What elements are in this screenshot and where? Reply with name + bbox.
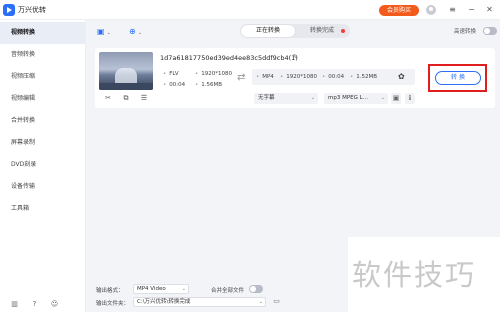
target-resolution: • 1920*1080 xyxy=(280,74,317,80)
convert-highlight: 转 换 xyxy=(428,64,487,92)
merge-files-toggle[interactable] xyxy=(249,285,263,293)
sidebar-item-merge-convert[interactable]: 合并转换 xyxy=(0,110,85,132)
target-size: • 1.52MB xyxy=(350,74,378,80)
sidebar-item-screen-record[interactable]: 屏幕录制 xyxy=(0,132,85,154)
chevron-down-icon: ⌄ xyxy=(106,30,111,36)
source-format: • FLV xyxy=(163,71,179,77)
chevron-down-icon: ⌄ xyxy=(137,30,142,36)
convert-arrow-icon: ⇄ xyxy=(237,72,246,83)
image-icon[interactable]: ▣ xyxy=(391,93,401,104)
bottom-bar: 输出格式： MP4 Video ⌄ 合并全部文件 输出文件夹： C:\万兴优转\转… xyxy=(87,280,349,312)
source-resolution: • 1920*1080 xyxy=(195,71,232,77)
sidebar-item-dvd-burn[interactable]: DVD刻录 xyxy=(0,154,85,176)
add-file-button[interactable]: ▣ ⌄ xyxy=(97,25,111,39)
watermark-text: 软件技巧 xyxy=(352,258,477,292)
chevron-down-icon: ⌄ xyxy=(181,286,186,292)
target-duration: • 00:04 xyxy=(322,74,345,80)
vip-purchase-button[interactable]: 会员购买 xyxy=(379,5,419,16)
effects-icon[interactable]: ☰ xyxy=(139,93,149,103)
crop-icon[interactable]: ⧉ xyxy=(121,93,131,103)
notification-dot xyxy=(341,29,345,33)
high-speed-toggle[interactable] xyxy=(483,27,497,35)
source-duration: • 00:04 xyxy=(163,82,186,88)
edit-name-icon[interactable]: ✎ xyxy=(291,53,300,62)
file-name: 1d7a61817750ed39ed4ee83c5ddf9cb4(1) xyxy=(160,54,298,62)
sidebar-item-video-convert[interactable]: 视频转换 xyxy=(0,22,85,44)
user-icon[interactable]: ☺ xyxy=(50,300,59,309)
app-logo-icon xyxy=(3,4,15,16)
output-format-select[interactable]: MP4 Video ⌄ xyxy=(133,284,189,294)
toolbar: ▣ ⌄ ⊕ ⌄ 正在转换 转换完成 高速转换 xyxy=(87,20,500,46)
menu-icon[interactable]: ≡ xyxy=(447,4,458,15)
sidebar-item-device-transfer[interactable]: 设备传输 xyxy=(0,176,85,198)
tab-converting[interactable]: 正在转换 xyxy=(241,25,295,37)
help-icon[interactable]: ? xyxy=(30,300,39,309)
audio-select[interactable]: mp3 MPEG L... ⌄ xyxy=(324,93,388,104)
add-circle-icon: ⊕ xyxy=(129,27,136,36)
add-file-icon: ▣ xyxy=(97,27,105,36)
file-card: ✂ ⧉ ☰ 1d7a61817750ed39ed4ee83c5ddf9cb4(1… xyxy=(95,48,495,108)
sidebar-item-audio-convert[interactable]: 音频转换 xyxy=(0,44,85,66)
sidebar-item-video-compress[interactable]: 视频压缩 xyxy=(0,66,85,88)
output-folder-label: 输出文件夹： xyxy=(96,301,130,307)
thumbnail-tools: ✂ ⧉ ☰ xyxy=(99,93,153,103)
minimize-icon[interactable]: − xyxy=(466,4,477,15)
info-icon[interactable]: ℹ xyxy=(405,93,415,104)
sidebar: 视频转换 音频转换 视频压缩 视频编辑 合并转换 屏幕录制 DVD刻录 设备传输… xyxy=(0,20,86,312)
sidebar-item-video-edit[interactable]: 视频编辑 xyxy=(0,88,85,110)
cut-icon[interactable]: ✂ xyxy=(103,93,113,103)
avatar[interactable] xyxy=(426,5,436,15)
target-settings[interactable]: • MP4 • 1920*1080 • 00:04 • 1.52MB ✿ xyxy=(252,69,415,85)
source-size: • 1.56MB xyxy=(195,82,223,88)
close-icon[interactable]: ✕ xyxy=(484,4,495,15)
subtitle-select[interactable]: 无字幕 ⌄ xyxy=(254,93,318,104)
app-title: 万兴优转 xyxy=(18,6,46,14)
output-folder-select[interactable]: C:\万兴优转\转换完成 ⌄ xyxy=(133,297,266,307)
chevron-down-icon: ⌄ xyxy=(380,95,385,101)
sidebar-item-toolbox[interactable]: 工具箱 xyxy=(0,198,85,220)
folder-icon[interactable]: ▭ xyxy=(272,297,281,306)
status-tabs: 正在转换 转换完成 xyxy=(240,24,350,38)
gear-icon[interactable]: ✿ xyxy=(398,72,405,81)
high-speed-label: 高速转换 xyxy=(454,29,477,35)
convert-button[interactable]: 转 换 xyxy=(435,71,481,85)
video-thumbnail[interactable] xyxy=(99,52,153,90)
target-format: • MP4 xyxy=(256,74,274,80)
merge-files-label: 合并全部文件 xyxy=(211,288,245,294)
chevron-down-icon: ⌄ xyxy=(258,299,263,305)
add-more-button[interactable]: ⊕ ⌄ xyxy=(129,25,142,39)
title-bar: 万兴优转 会员购买 ≡ − ✕ xyxy=(0,0,500,20)
output-format-label: 输出格式： xyxy=(96,288,124,294)
book-icon[interactable]: ▥ xyxy=(10,300,19,309)
chevron-down-icon: ⌄ xyxy=(310,95,315,101)
